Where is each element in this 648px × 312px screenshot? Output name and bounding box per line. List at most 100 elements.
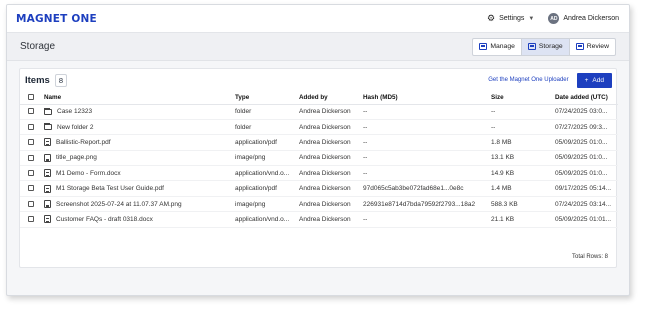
logo-suffix: ONE <box>71 12 97 25</box>
select-all-checkbox[interactable] <box>20 91 44 105</box>
row-name: New folder 2 <box>57 123 94 131</box>
tab-manage[interactable]: Manage <box>473 38 522 55</box>
user-menu[interactable]: AD Andrea Dickerson <box>548 13 619 24</box>
row-name-cell[interactable]: Customer FAQs - draft 0318.docx <box>44 211 235 228</box>
row-added-by: Andrea Dickerson <box>299 119 363 136</box>
row-name-cell[interactable]: title_page.png <box>44 150 235 167</box>
row-name: M1 Demo - Form.docx <box>56 169 121 177</box>
row-size: 1.4 MB <box>491 180 555 197</box>
folder-icon <box>44 107 52 115</box>
table-header-row: Name Type Added by Hash (MD5) Size Date … <box>20 91 618 105</box>
uploader-link[interactable]: Get the Magnet One Uploader <box>488 77 568 83</box>
row-date: 05/09/2025 01:01... <box>555 211 618 228</box>
row-checkbox[interactable] <box>20 180 44 197</box>
column-header-type[interactable]: Type <box>235 91 299 105</box>
settings-menu[interactable]: ⚙ Settings ▼ <box>487 14 534 23</box>
document-icon <box>44 184 51 193</box>
top-bar: MAGNET ONE ⚙ Settings ▼ AD Andrea Dicker… <box>7 5 629 33</box>
row-name-cell[interactable]: M1 Demo - Form.docx <box>44 165 235 182</box>
logo[interactable]: MAGNET ONE <box>16 13 97 25</box>
panel-icon <box>527 43 536 50</box>
row-hash: -- <box>363 119 491 136</box>
items-count-badge: 8 <box>54 73 67 87</box>
items-panel: Items 8 Get the Magnet One Uploader + Ad… <box>19 68 618 268</box>
tab-label: Storage <box>538 43 563 50</box>
table-row[interactable]: M1 Demo - Form.docx application/vnd.o... A… <box>20 165 618 182</box>
page-header: Storage Manage Storage Review <box>7 33 629 61</box>
row-size: -- <box>491 104 555 120</box>
row-name-cell[interactable]: Screenshot 2025-07-24 at 11.07.37 AM.png <box>44 196 235 213</box>
row-name: Customer FAQs - draft 0318.docx <box>56 215 153 223</box>
row-checkbox[interactable] <box>20 119 44 136</box>
row-date: 09/17/2025 05:14... <box>555 180 618 197</box>
row-size: 588.3 KB <box>491 196 555 213</box>
row-type: folder <box>235 104 299 120</box>
row-hash: -- <box>363 134 491 151</box>
row-checkbox[interactable] <box>20 104 44 120</box>
add-button[interactable]: + Add <box>576 72 612 88</box>
items-title: Items <box>25 74 50 86</box>
row-type: application/vnd.o... <box>235 211 299 228</box>
document-icon <box>44 138 51 147</box>
table-row[interactable]: Ballistic-Report.pdf application/pdf Andre… <box>20 134 618 151</box>
image-icon <box>44 200 51 209</box>
row-name-cell[interactable]: New folder 2 <box>44 119 235 136</box>
row-hash: -- <box>363 150 491 167</box>
panel-icon <box>575 43 584 50</box>
plus-icon: + <box>584 76 589 84</box>
column-header-hash[interactable]: Hash (MD5) <box>363 91 491 105</box>
row-name-cell[interactable]: Ballistic-Report.pdf <box>44 134 235 151</box>
row-type: image/png <box>235 196 299 213</box>
logo-main: MAGNET <box>16 12 68 25</box>
row-size: -- <box>491 119 555 136</box>
settings-label: Settings <box>499 15 525 22</box>
tab-label: Manage <box>490 43 515 50</box>
row-size: 14.9 KB <box>491 165 555 182</box>
tab-review[interactable]: Review <box>570 39 615 55</box>
table-row[interactable]: Screenshot 2025-07-24 at 11.07.37 AM.png… <box>20 196 618 213</box>
row-size: 1.8 MB <box>491 134 555 151</box>
row-added-by: Andrea Dickerson <box>299 196 363 213</box>
row-name-cell[interactable]: M1 Storage Beta Test User Guide.pdf <box>44 180 235 197</box>
row-checkbox[interactable] <box>20 165 44 182</box>
column-header-date[interactable]: Date added (UTC) <box>555 91 618 105</box>
table-row[interactable]: M1 Storage Beta Test User Guide.pdf appli… <box>20 180 618 197</box>
table-row[interactable]: Customer FAQs - draft 0318.docx applicati… <box>20 211 618 228</box>
tab-storage[interactable]: Storage <box>521 38 570 55</box>
row-date: 05/09/2025 01:0... <box>555 165 618 182</box>
folder-icon <box>44 123 52 131</box>
table-row[interactable]: New folder 2 folder Andrea Dickerson -- -- 07… <box>20 119 618 136</box>
row-hash: -- <box>363 104 491 120</box>
row-date: 07/24/2025 03:14... <box>555 196 618 213</box>
add-button-label: Add <box>592 76 604 84</box>
gear-icon: ⚙ <box>487 13 496 23</box>
row-hash: -- <box>363 211 491 228</box>
row-date: 05/09/2025 01:0... <box>555 134 618 151</box>
row-type: application/pdf <box>235 180 299 197</box>
row-added-by: Andrea Dickerson <box>299 211 363 228</box>
row-name-cell[interactable]: Case 12323 <box>44 104 235 120</box>
table-row[interactable]: title_page.png image/png Andrea Dickerson -… <box>20 150 618 167</box>
row-checkbox[interactable] <box>20 134 44 151</box>
image-icon <box>44 153 51 162</box>
column-header-added-by[interactable]: Added by <box>299 91 363 105</box>
row-date: 05/09/2025 01:0... <box>555 150 618 167</box>
row-date: 07/24/2025 03:0... <box>555 104 618 120</box>
row-name: Case 12323 <box>57 108 93 116</box>
row-added-by: Andrea Dickerson <box>299 104 363 120</box>
table-row[interactable]: Case 12323 folder Andrea Dickerson -- -- 07/2… <box>20 104 618 120</box>
row-type: image/png <box>235 150 299 167</box>
row-type: application/pdf <box>235 134 299 151</box>
column-header-size[interactable]: Size <box>491 91 555 105</box>
row-checkbox[interactable] <box>20 196 44 213</box>
panel-icon <box>479 43 488 50</box>
row-type: folder <box>235 119 299 136</box>
column-header-name[interactable]: Name <box>44 91 235 105</box>
row-checkbox[interactable] <box>20 150 44 167</box>
row-added-by: Andrea Dickerson <box>299 180 363 197</box>
app-window: MAGNET ONE ⚙ Settings ▼ AD Andrea Dicker… <box>6 4 630 296</box>
row-hash: 226931e8714d7bda79592f2793...18a2 <box>363 196 491 213</box>
row-checkbox[interactable] <box>20 211 44 228</box>
row-hash: 97d065c5ab3be072fad68e1...0e8c <box>363 180 491 197</box>
avatar: AD <box>548 13 560 24</box>
